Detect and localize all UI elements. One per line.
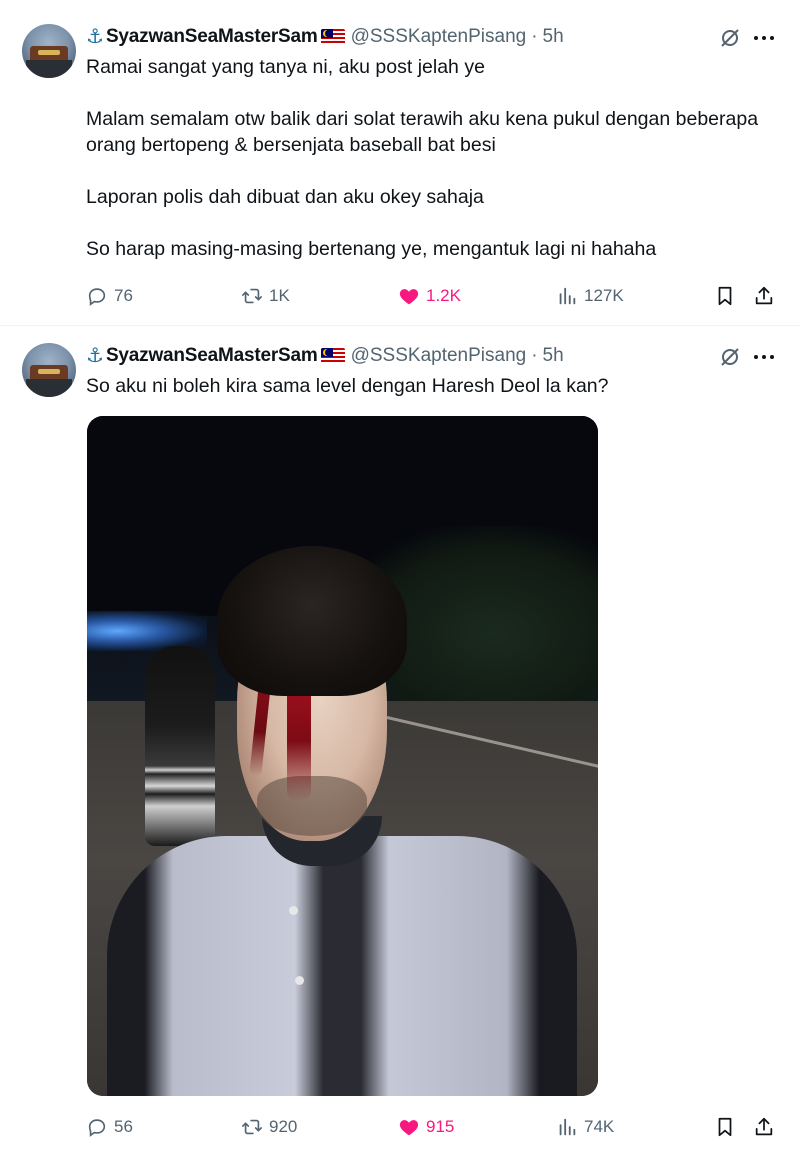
bookmark-button[interactable]: [714, 284, 742, 308]
views-button[interactable]: 74K: [556, 1115, 614, 1139]
more-icon[interactable]: [752, 26, 776, 50]
tweet-photo[interactable]: [87, 416, 598, 1096]
tweet-text: So aku ni boleh kira sama level dengan H…: [86, 373, 770, 399]
tweet-actions: 56 920 915 74K: [86, 1115, 786, 1139]
avatar[interactable]: [22, 343, 76, 397]
tweet-paragraph: So harap masing-masing bertenang ye, men…: [86, 238, 657, 260]
tweet-paragraph: So aku ni boleh kira sama level dengan H…: [86, 375, 609, 397]
more-icon[interactable]: [752, 345, 776, 369]
like-count: 1.2K: [426, 286, 461, 305]
tweet-text: Ramai sangat yang tanya ni, aku post jel…: [86, 54, 770, 262]
avatar[interactable]: [22, 24, 76, 78]
repost-button[interactable]: 1K: [241, 284, 290, 308]
views-icon: [559, 287, 576, 305]
repost-count: 1K: [269, 286, 290, 305]
tweet-paragraph: Malam semalam otw balik dari solat teraw…: [86, 108, 759, 156]
anchor-emoji-icon: ⚓: [86, 345, 104, 367]
reply-button[interactable]: 56: [86, 1115, 133, 1139]
reply-count: 76: [114, 286, 133, 305]
like-button[interactable]: 1.2K: [398, 284, 461, 308]
malaysia-flag-icon: [320, 348, 345, 364]
reply-count: 56: [114, 1117, 133, 1136]
heart-filled-icon: [399, 1120, 419, 1136]
tweet[interactable]: ⚓ SyazwanSeaMasterSam @SSSKaptenPisang ·…: [0, 326, 800, 1160]
views-count: 74K: [584, 1117, 615, 1136]
grok-icon[interactable]: [718, 345, 742, 369]
reply-icon: [88, 1119, 106, 1137]
tweet-paragraph: Ramai sangat yang tanya ni, aku post jel…: [86, 56, 485, 78]
bookmark-icon: [718, 286, 732, 306]
separator: ·: [531, 345, 538, 366]
views-button[interactable]: 127K: [556, 284, 624, 308]
tweet[interactable]: ⚓ SyazwanSeaMasterSam @SSSKaptenPisang ·…: [0, 0, 800, 326]
share-icon: [755, 286, 773, 305]
views-icon: [559, 1118, 576, 1136]
like-button[interactable]: 915: [398, 1115, 454, 1139]
repost-icon: [242, 288, 262, 304]
views-count: 127K: [584, 286, 624, 305]
handle[interactable]: @SSSKaptenPisang: [351, 345, 527, 367]
timestamp[interactable]: 5h: [543, 26, 564, 48]
tweet-actions: 76 1K 1.2K 127K: [86, 284, 786, 308]
timestamp[interactable]: 5h: [543, 345, 564, 367]
handle[interactable]: @SSSKaptenPisang: [351, 26, 527, 48]
reply-button[interactable]: 76: [86, 284, 133, 308]
bookmark-icon: [718, 1117, 732, 1137]
tweet-paragraph: Laporan polis dah dibuat dan aku okey sa…: [86, 186, 484, 208]
bookmark-button[interactable]: [714, 1115, 742, 1139]
repost-button[interactable]: 920: [241, 1115, 297, 1139]
grok-icon[interactable]: [718, 26, 742, 50]
tweet-header: ⚓ SyazwanSeaMasterSam @SSSKaptenPisang ·…: [86, 23, 564, 51]
repost-icon: [242, 1119, 262, 1135]
display-name[interactable]: SyazwanSeaMasterSam: [106, 26, 318, 48]
share-button[interactable]: [753, 1115, 781, 1139]
anchor-emoji-icon: ⚓: [86, 26, 104, 48]
heart-filled-icon: [399, 289, 419, 305]
tweet-header: ⚓ SyazwanSeaMasterSam @SSSKaptenPisang ·…: [86, 342, 564, 370]
share-button[interactable]: [753, 284, 781, 308]
display-name[interactable]: SyazwanSeaMasterSam: [106, 345, 318, 367]
reply-icon: [88, 288, 106, 306]
repost-count: 920: [269, 1117, 298, 1136]
share-icon: [755, 1117, 773, 1136]
malaysia-flag-icon: [320, 29, 345, 45]
like-count: 915: [426, 1117, 455, 1136]
separator: ·: [531, 26, 538, 47]
